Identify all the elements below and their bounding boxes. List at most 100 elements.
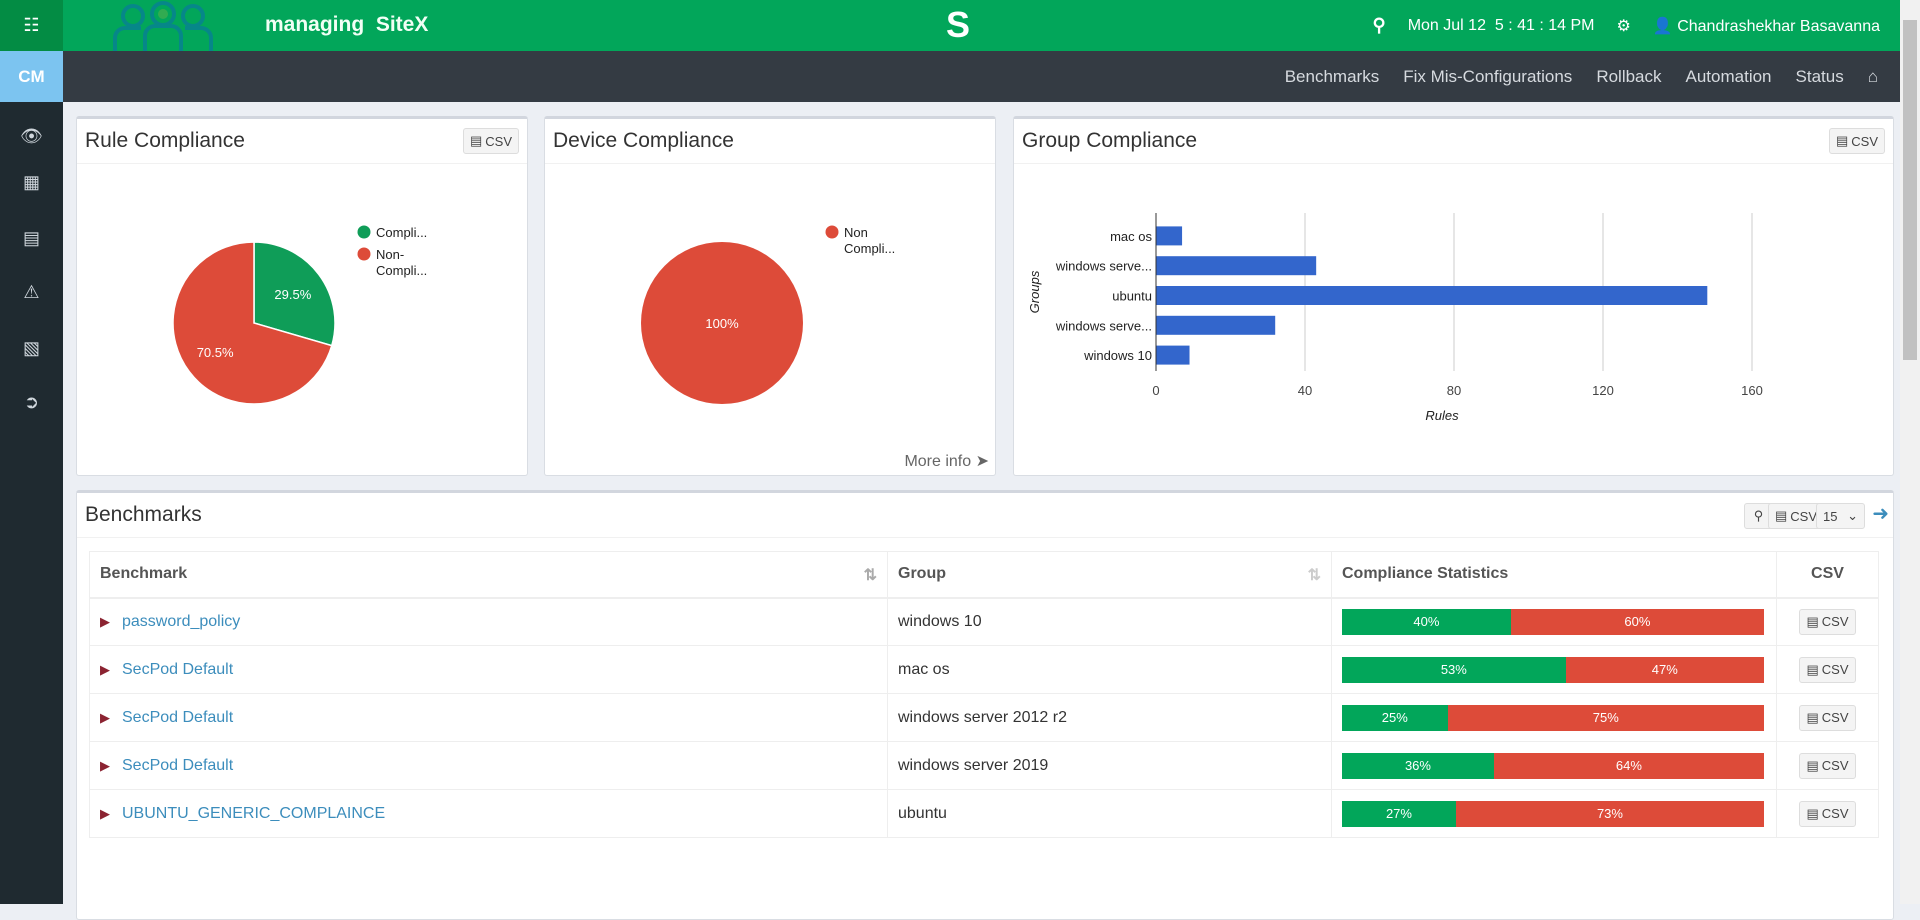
- csv-label: CSV: [1821, 662, 1849, 677]
- rule-compliance-panel: Rule Compliance ▤ CSV 29.5% Compli... 70.5%…: [76, 116, 528, 476]
- search-icon: ⚲: [1753, 508, 1764, 523]
- compliance-bar: 36% 64%: [1342, 752, 1764, 779]
- sitemap-icon[interactable]: ☷: [0, 0, 63, 51]
- nav-status[interactable]: Status: [1796, 67, 1844, 87]
- group-cell: mac os: [887, 645, 1332, 694]
- eye-icon[interactable]: 👁: [0, 116, 63, 156]
- nav-fix-misconfigurations[interactable]: Fix Mis-Configurations: [1403, 67, 1572, 87]
- col-csv: CSV: [1776, 551, 1879, 599]
- group-cell: windows 10: [887, 597, 1332, 646]
- x-tick-label: 80: [1447, 383, 1461, 398]
- compliance-bar: 53% 47%: [1342, 656, 1764, 683]
- page-size-value: 15: [1823, 508, 1838, 524]
- slice-label: 29.5%: [274, 287, 311, 302]
- warning-icon[interactable]: ⚠: [0, 272, 63, 312]
- table-icon: ▤: [1806, 757, 1819, 773]
- sign-out-icon[interactable]: ➲: [0, 382, 63, 422]
- legend-marker: [825, 225, 839, 239]
- fail-segment: 73%: [1455, 800, 1764, 827]
- table-icon: ▤: [1806, 661, 1819, 677]
- csv-label: CSV: [1821, 710, 1849, 725]
- slice-label: 70.5%: [197, 345, 234, 360]
- y-tick-label: ubuntu: [1112, 289, 1152, 304]
- row-csv-button[interactable]: ▤ CSV: [1799, 704, 1856, 731]
- slice-label: 100%: [705, 316, 739, 331]
- team-logo-icon: [113, 1, 213, 52]
- sign-in-icon[interactable]: ➜: [1872, 501, 1889, 526]
- csv-cell: ▤ CSV: [1776, 741, 1879, 790]
- x-tick-label: 160: [1741, 383, 1763, 398]
- y-axis-label: Groups: [1027, 270, 1042, 313]
- legend-label: Non Compli...: [844, 225, 895, 256]
- col-group[interactable]: Group ⇅: [887, 551, 1332, 599]
- nav-automation[interactable]: Automation: [1686, 67, 1772, 87]
- search-icon[interactable]: ⚲: [1373, 15, 1386, 36]
- compliance-cell: 25% 75%: [1331, 693, 1777, 742]
- row-csv-button[interactable]: ▤ CSV: [1799, 656, 1856, 683]
- x-tick-label: 40: [1298, 383, 1312, 398]
- benchmark-link[interactable]: SecPod Default: [122, 757, 233, 774]
- more-info-link[interactable]: More info ➤: [904, 451, 989, 471]
- legend-label: Non-Compli...: [376, 247, 427, 278]
- compliance-bar: 27% 73%: [1342, 800, 1764, 827]
- caret-right-icon[interactable]: ▶: [100, 614, 110, 629]
- row-csv-button[interactable]: ▤ CSV: [1799, 800, 1856, 827]
- benchmark-cell: ▶ password_policy: [89, 597, 888, 646]
- compliance-cell: 36% 64%: [1331, 741, 1777, 790]
- pass-segment: 40%: [1342, 608, 1511, 635]
- benchmark-link[interactable]: SecPod Default: [122, 661, 233, 678]
- top-bar: managing SiteX S ⚲ Mon Jul 12 5 : 41 : 1…: [63, 0, 1900, 56]
- fail-segment: 64%: [1493, 752, 1764, 779]
- datetime: Mon Jul 12 5 : 41 : 14 PM: [1407, 16, 1595, 34]
- home-icon[interactable]: ⌂: [1868, 67, 1878, 87]
- compliance-cell: 53% 47%: [1331, 645, 1777, 694]
- csv-label: CSV: [1821, 758, 1849, 773]
- group-compliance-bar-chart: 0 40 80 120 160 mac os windows serve... ubuntu w…: [1027, 213, 1763, 423]
- pass-segment: 25%: [1342, 704, 1448, 731]
- x-tick-label: 120: [1592, 383, 1614, 398]
- book-icon[interactable]: ▧: [0, 328, 63, 368]
- fail-segment: 75%: [1447, 704, 1764, 731]
- row-csv-button[interactable]: ▤ CSV: [1799, 608, 1856, 635]
- csv-cell: ▤ CSV: [1776, 693, 1879, 742]
- bar: [1156, 345, 1190, 365]
- table-row: ▶ SecPod Default mac os 53% 47% ▤ CSV: [89, 645, 1879, 694]
- benchmark-link[interactable]: UBUNTU_GENERIC_COMPLAINCE: [122, 805, 385, 822]
- scrollbar-thumb[interactable]: [1903, 20, 1917, 360]
- x-tick-label: 0: [1152, 383, 1159, 398]
- nav-rollback[interactable]: Rollback: [1596, 67, 1661, 87]
- legend-label: Compli...: [376, 225, 427, 240]
- user-menu[interactable]: 👤 Chandrashekhar Basavanna: [1653, 16, 1880, 36]
- col-label: CSV: [1811, 565, 1844, 583]
- nav-benchmarks[interactable]: Benchmarks: [1285, 67, 1379, 87]
- module-cm[interactable]: CM: [0, 51, 63, 102]
- user-icon: 👤: [1652, 17, 1673, 35]
- briefcase-icon[interactable]: ▦: [0, 162, 63, 202]
- table-row: ▶ SecPod Default windows server 2012 r2 2…: [89, 693, 1879, 742]
- table-row: ▶ password_policy windows 10 40% 60% ▤ CSV: [89, 597, 1879, 646]
- y-tick-label: windows serve...: [1055, 318, 1152, 333]
- compliance-bar: 25% 75%: [1342, 704, 1764, 731]
- legend-line: Non-: [376, 247, 404, 262]
- benchmark-link[interactable]: password_policy: [122, 613, 240, 630]
- caret-right-icon[interactable]: ▶: [100, 806, 110, 821]
- fail-segment: 60%: [1510, 608, 1764, 635]
- group-cell: windows server 2012 r2: [887, 693, 1332, 742]
- benchmark-cell: ▶ SecPod Default: [89, 645, 888, 694]
- legend-marker: [357, 225, 371, 239]
- sort-desc-icon: ⇅: [863, 567, 877, 585]
- caret-right-icon[interactable]: ▶: [100, 662, 110, 677]
- table-icon: ▤: [1774, 508, 1788, 523]
- list-icon[interactable]: ▤: [0, 218, 63, 258]
- page-size-select[interactable]: 15 ⌄: [1816, 503, 1865, 529]
- caret-right-icon[interactable]: ▶: [100, 710, 110, 725]
- legend-line: Compli...: [376, 263, 427, 278]
- col-benchmark[interactable]: Benchmark ⇅: [89, 551, 888, 599]
- caret-right-icon[interactable]: ▶: [100, 758, 110, 773]
- row-csv-button[interactable]: ▤ CSV: [1799, 752, 1856, 779]
- csv-label: CSV: [1790, 508, 1817, 524]
- gears-icon[interactable]: ⚙: [1616, 16, 1630, 36]
- bar: [1156, 286, 1708, 305]
- benchmark-link[interactable]: SecPod Default: [122, 709, 233, 726]
- csv-cell: ▤ CSV: [1776, 645, 1879, 694]
